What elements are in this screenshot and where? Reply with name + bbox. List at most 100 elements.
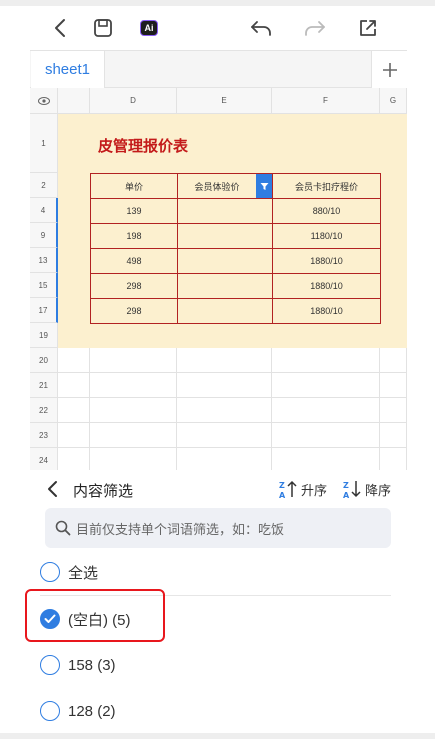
grid-cell[interactable] <box>380 448 407 470</box>
highlight-box <box>25 589 165 642</box>
tab-sheet1[interactable]: sheet1 <box>31 51 105 88</box>
grid-cell[interactable] <box>380 423 407 448</box>
table-cell[interactable] <box>177 273 273 299</box>
save-button[interactable] <box>89 14 117 42</box>
column-header-d[interactable]: D <box>90 88 177 114</box>
grid-cell[interactable] <box>58 348 90 373</box>
table-cell[interactable]: 298 <box>90 273 178 299</box>
column-header-g[interactable]: G <box>380 88 407 114</box>
share-icon <box>360 20 376 36</box>
sort-az-up-icon: Z A <box>279 480 297 499</box>
radio-circle[interactable] <box>40 562 60 582</box>
grid-cell[interactable] <box>58 423 90 448</box>
grid-cell[interactable] <box>90 423 177 448</box>
content-filter-panel: 内容筛选 Z A 升序 Z A 降序 目前仅支持单个词语筛选，如：吃饭 全选 (… <box>0 470 435 739</box>
grid-cell[interactable] <box>177 348 272 373</box>
row-header[interactable]: 22 <box>30 398 58 423</box>
table-cell[interactable]: 880/10 <box>272 198 381 224</box>
grid-cell[interactable] <box>177 423 272 448</box>
option-label: 全选 <box>68 564 99 582</box>
svg-text:A: A <box>279 491 286 499</box>
row-header[interactable]: 23 <box>30 423 58 448</box>
option-select-all[interactable]: 全选 <box>40 560 98 584</box>
sort-ascending-button[interactable]: Z A 升序 <box>278 478 327 500</box>
filter-search-input[interactable]: 目前仅支持单个词语筛选，如：吃饭 <box>45 508 391 548</box>
table-cell[interactable] <box>177 298 273 324</box>
svg-text:A: A <box>343 491 350 499</box>
visibility-toggle[interactable] <box>30 88 58 114</box>
column-header-hidden[interactable] <box>58 88 90 114</box>
redo-button[interactable] <box>301 14 329 42</box>
header-cell-price[interactable]: 单价 <box>90 173 178 199</box>
sort-ascending-label: 升序 <box>301 482 328 498</box>
grid-cell[interactable] <box>177 373 272 398</box>
sort-descending-button[interactable]: Z A 降序 <box>342 478 391 500</box>
grid-cell[interactable] <box>272 373 380 398</box>
table-cell[interactable]: 1180/10 <box>272 223 381 249</box>
add-sheet-button[interactable] <box>371 51 407 88</box>
grid-cell[interactable] <box>58 373 90 398</box>
table-cell[interactable]: 139 <box>90 198 178 224</box>
option-label: 128 (2) <box>68 702 116 720</box>
plus-icon <box>382 62 397 77</box>
grid-cell[interactable] <box>380 373 407 398</box>
row-header[interactable]: 20 <box>30 348 58 373</box>
table-cell[interactable] <box>177 223 273 249</box>
row-header[interactable]: 2 <box>30 173 58 198</box>
grid-cell[interactable] <box>90 448 177 470</box>
header-cell-course-price[interactable]: 会员卡扣疗程价 <box>272 173 381 199</box>
sheet-tab-bar: sheet1 <box>30 50 407 88</box>
undo-button[interactable] <box>247 14 275 42</box>
spreadsheet-grid: D E F G 1 2 4 9 13 15 17 19 20 21 22 23 … <box>30 88 407 470</box>
option-158[interactable]: 158 (3) <box>40 653 116 677</box>
top-toolbar: Ai <box>0 6 435 50</box>
grid-cell[interactable] <box>90 348 177 373</box>
grid-cell[interactable] <box>272 448 380 470</box>
grid-cell[interactable] <box>177 448 272 470</box>
panel-back-button[interactable] <box>46 478 66 500</box>
grid-cell[interactable] <box>380 398 407 423</box>
grid-cell[interactable] <box>58 398 90 423</box>
grid-cell[interactable] <box>272 423 380 448</box>
search-icon <box>55 520 71 536</box>
grid-cell[interactable] <box>90 398 177 423</box>
share-button[interactable] <box>354 14 382 42</box>
table-cell[interactable]: 498 <box>90 248 178 274</box>
column-header-f[interactable]: F <box>272 88 380 114</box>
save-icon <box>94 19 112 37</box>
row-header[interactable]: 15 <box>30 273 58 298</box>
filter-button[interactable] <box>256 174 272 198</box>
table-cell[interactable]: 298 <box>90 298 178 324</box>
grid-cell[interactable] <box>58 448 90 470</box>
row-header[interactable]: 4 <box>30 198 58 223</box>
row-header[interactable]: 13 <box>30 248 58 273</box>
table-cell[interactable] <box>177 198 273 224</box>
option-128[interactable]: 128 (2) <box>40 699 116 723</box>
radio-circle[interactable] <box>40 701 60 721</box>
back-button[interactable] <box>46 14 74 42</box>
row-header[interactable]: 19 <box>30 323 58 348</box>
row-header[interactable]: 9 <box>30 223 58 248</box>
table-cell[interactable]: 1880/10 <box>272 273 381 299</box>
grid-cell[interactable] <box>177 398 272 423</box>
grid-cell[interactable] <box>380 348 407 373</box>
radio-circle[interactable] <box>40 655 60 675</box>
ai-button[interactable]: Ai <box>135 14 163 42</box>
row-header[interactable]: 1 <box>30 114 58 173</box>
grid-cell[interactable] <box>272 348 380 373</box>
column-header-e[interactable]: E <box>177 88 272 114</box>
table-cell[interactable]: 1880/10 <box>272 298 381 324</box>
redo-icon <box>305 21 325 36</box>
table-cell[interactable]: 1880/10 <box>272 248 381 274</box>
undo-icon <box>251 21 271 36</box>
row-header[interactable]: 24 <box>30 448 58 470</box>
row-header[interactable]: 21 <box>30 373 58 398</box>
ai-icon: Ai <box>140 20 158 36</box>
header-label: 会员体验价 <box>194 181 240 192</box>
grid-cell[interactable] <box>90 373 177 398</box>
panel-title: 内容筛选 <box>73 483 134 500</box>
table-cell[interactable]: 198 <box>90 223 178 249</box>
table-cell[interactable] <box>177 248 273 274</box>
row-header[interactable]: 17 <box>30 298 58 323</box>
grid-cell[interactable] <box>272 398 380 423</box>
